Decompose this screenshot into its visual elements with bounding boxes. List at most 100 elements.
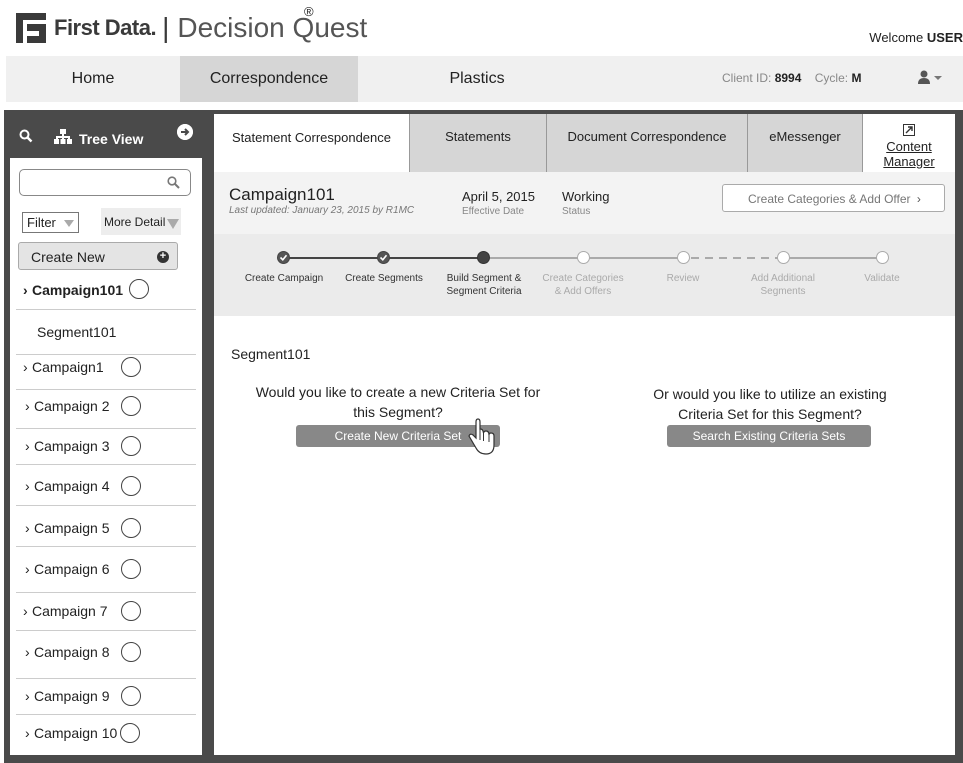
filter-label: Filter	[27, 215, 56, 230]
check-icon	[379, 254, 388, 261]
nav-plastics[interactable]: Plastics	[358, 56, 596, 102]
filter-dropdown[interactable]: Filter	[22, 212, 79, 233]
status-circle-icon[interactable]	[120, 723, 140, 743]
client-id-label: Client ID:	[722, 71, 772, 85]
divider	[16, 389, 196, 390]
chevron-right-icon: ›	[25, 438, 30, 454]
campaign-updated: Last updated: January 23, 2015 by R1MC	[229, 205, 415, 216]
sidebar-item-campaign101[interactable]: › Campaign101	[10, 279, 197, 306]
first-data-logo-icon	[16, 13, 48, 43]
campaign-label: Campaign 6	[34, 561, 110, 577]
user-menu[interactable]	[917, 70, 943, 89]
cycle-value: M	[851, 71, 862, 85]
create-new-button[interactable]: Create New +	[18, 242, 178, 270]
status-circle-icon[interactable]	[121, 436, 141, 456]
chevron-right-icon: ›	[25, 520, 30, 536]
logo: First Data. | Decision Quest ®	[16, 4, 368, 48]
create-new-label: Create New	[31, 249, 105, 265]
chevron-right-icon: ›	[25, 561, 30, 577]
divider	[16, 630, 196, 631]
step-3-label: Build Segment & Segment Criteria	[439, 272, 529, 298]
search-existing-criteria-sets-button[interactable]: Search Existing Criteria Sets	[667, 425, 871, 447]
step-2-dot[interactable]	[377, 251, 390, 264]
effective-date-label: Effective Date	[462, 206, 525, 217]
tab-statement-correspondence[interactable]: Statement Correspondence	[214, 114, 409, 172]
campaign-label: Campaign101	[32, 282, 124, 298]
tab-emessenger[interactable]: eMessenger	[747, 114, 862, 172]
client-info: Client ID: 8994 Cycle: M	[722, 71, 861, 85]
step-1-label: Create Campaign	[239, 272, 329, 285]
create-criteria-question: Would you like to create a new Criteria …	[255, 384, 541, 420]
search-icon[interactable]	[19, 129, 33, 143]
sidebar-search-input[interactable]	[19, 169, 191, 196]
nav-correspondence[interactable]: Correspondence	[180, 56, 358, 102]
status-circle-icon[interactable]	[121, 476, 141, 496]
arrow-right-circle-icon[interactable]	[177, 124, 193, 140]
step-5-label: Review	[638, 272, 728, 285]
welcome-text: Welcome USER	[869, 30, 963, 45]
step-1-dot[interactable]	[277, 251, 290, 264]
sidebar-header: Tree View	[10, 118, 202, 158]
campaign-label: Campaign 4	[34, 478, 110, 494]
status-circle-icon[interactable]	[121, 686, 141, 706]
step-label-line: Create Campaign	[244, 273, 324, 284]
step-6-dot[interactable]	[777, 251, 790, 264]
create-categories-button[interactable]: Create Categories & Add Offer ›	[722, 184, 945, 212]
step-label-line: Create Categories	[542, 273, 624, 284]
main-nav: Home Correspondence Plastics Client ID: …	[6, 56, 963, 102]
create-categories-label: Create Categories & Add Offer	[748, 192, 911, 206]
divider	[16, 464, 196, 465]
chevron-down-icon	[64, 220, 74, 227]
campaign-status: Working	[562, 189, 610, 204]
campaign-label: Campaign 9	[34, 688, 110, 704]
sidebar: Tree View Filter More Detail Create New …	[10, 118, 202, 755]
step-label-line: Create Segments	[345, 273, 423, 284]
more-detail-dropdown[interactable]: More Detail	[101, 208, 181, 235]
chevron-right-icon: ›	[23, 603, 28, 619]
status-circle-icon[interactable]	[121, 601, 141, 621]
product-name: Decision Quest	[177, 12, 368, 43]
sidebar-item-segment101[interactable]: Segment101	[10, 324, 197, 344]
step-2-label: Create Segments	[339, 272, 429, 285]
step-label-line: & Add Offers	[554, 286, 612, 297]
tab-bar: Statement Correspondence Statements Docu…	[214, 114, 955, 172]
tab-document-correspondence[interactable]: Document Correspondence	[546, 114, 747, 172]
step-4-dot[interactable]	[577, 251, 590, 264]
existing-criteria-question: Or would you like to utilize an existing…	[653, 386, 887, 422]
chevron-right-icon: ›	[25, 398, 30, 414]
chevron-right-icon: ›	[25, 644, 30, 660]
step-label-line: Validate	[864, 273, 900, 284]
status-circle-icon[interactable]	[121, 357, 141, 377]
status-circle-icon[interactable]	[121, 559, 141, 579]
divider	[16, 428, 196, 429]
plus-icon: +	[157, 251, 169, 263]
status-circle-icon[interactable]	[129, 279, 149, 299]
step-label-line: Segment Criteria	[446, 286, 522, 297]
status-circle-icon[interactable]	[121, 518, 141, 538]
nav-home[interactable]: Home	[6, 56, 180, 102]
chevron-right-icon: ›	[25, 725, 30, 741]
step-7-dot[interactable]	[876, 251, 889, 264]
step-3-dot[interactable]	[477, 251, 490, 264]
tree-view-label[interactable]: Tree View	[79, 131, 143, 147]
campaign-label: Campaign 5	[34, 520, 110, 536]
step-label-line: Add Additional	[751, 273, 815, 284]
tab-statements[interactable]: Statements	[409, 114, 546, 172]
cycle-label: Cycle:	[814, 71, 849, 85]
more-detail-label: More Detail	[104, 215, 166, 229]
status-circle-icon[interactable]	[121, 642, 141, 662]
step-label-line: Segments	[760, 286, 806, 297]
welcome-prefix: Welcome	[869, 30, 924, 45]
check-icon	[279, 254, 288, 261]
brand-separator: |	[162, 12, 170, 43]
divider	[16, 678, 196, 679]
step-connector	[789, 257, 885, 259]
chevron-down-icon	[167, 219, 179, 229]
tab-content-manager[interactable]: Content Manager	[862, 114, 955, 172]
effective-date: April 5, 2015	[462, 189, 535, 204]
step-4-label: Create Categories & Add Offers	[538, 272, 628, 298]
campaign-label: Campaign 2	[34, 398, 110, 414]
segment-label: Segment101	[37, 324, 117, 340]
status-circle-icon[interactable]	[121, 396, 141, 416]
step-5-dot[interactable]	[677, 251, 690, 264]
